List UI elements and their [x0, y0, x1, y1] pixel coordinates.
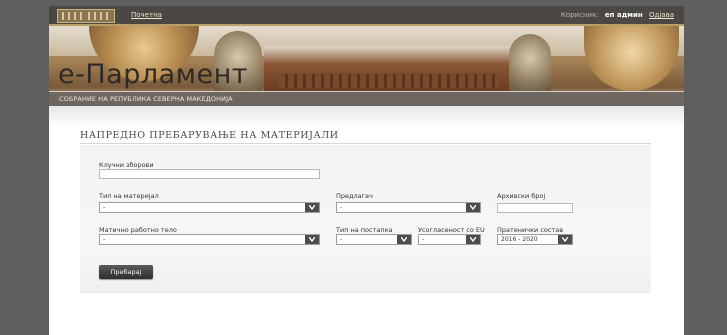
material-type-select[interactable]: - [99, 202, 320, 213]
chevron-down-icon[interactable] [466, 235, 480, 244]
search-form-panel [80, 145, 651, 293]
keywords-input[interactable] [99, 169, 320, 179]
top-bar: Почетна Корисник: еп админ Одјава [49, 6, 684, 26]
user-area: Корисник: еп админ Одјава [561, 11, 674, 19]
chevron-down-icon[interactable] [466, 203, 480, 212]
keywords-label: Клучни зборови [99, 161, 154, 169]
page-title: НАПРЕДНО ПРЕБАРУВАЊЕ НА МАТЕРИЈАЛИ [80, 130, 339, 141]
eu-compliance-label: Усогласеност со EU [418, 226, 485, 234]
procedure-type-value: - [340, 236, 343, 243]
archive-number-label: Архивски број [497, 192, 546, 200]
composition-value: 2016 - 2020 [501, 236, 538, 243]
user-label: Корисник: [560, 11, 599, 19]
chevron-down-icon[interactable] [397, 235, 411, 244]
banner-mural-center-right [509, 34, 551, 94]
chevron-down-icon[interactable] [305, 235, 319, 244]
proposer-select[interactable]: - [336, 202, 481, 213]
working-body-value: - [103, 236, 106, 243]
chevron-down-icon[interactable] [305, 203, 319, 212]
material-type-label: Тип на материјал [99, 192, 159, 200]
home-link[interactable]: Почетна [131, 11, 162, 19]
logout-link[interactable]: Одјава [649, 11, 674, 19]
content-gradient [49, 106, 684, 128]
composition-label: Пратенички состав [497, 226, 564, 234]
chevron-down-icon[interactable] [558, 235, 572, 244]
archive-number-input[interactable] [497, 203, 573, 213]
search-button[interactable]: Пребарај [99, 265, 153, 279]
title-divider [80, 143, 651, 144]
subtitle-bar: СОБРАНИЕ НА РЕПУБЛИКА СЕВЕРНА МАКЕДОНИЈА [49, 92, 684, 106]
working-body-select[interactable]: - [99, 234, 320, 245]
app-title: е-Парламент [58, 59, 249, 90]
procedure-type-label: Тип на постапка [336, 226, 393, 234]
banner-mural-right [584, 26, 679, 91]
eu-compliance-select[interactable]: - [418, 234, 481, 245]
parliament-logo-icon[interactable] [57, 9, 115, 23]
working-body-label: Матично работно тело [99, 226, 177, 234]
composition-select[interactable]: 2016 - 2020 [497, 234, 573, 245]
parliament-name: СОБРАНИЕ НА РЕПУБЛИКА СЕВЕРНА МАКЕДОНИЈА [59, 95, 233, 103]
banner-seats [279, 74, 499, 88]
material-type-value: - [103, 204, 106, 211]
eu-compliance-value: - [422, 236, 425, 243]
proposer-value: - [340, 204, 343, 211]
procedure-type-select[interactable]: - [336, 234, 412, 245]
user-name: еп админ [604, 11, 643, 19]
proposer-label: Предлагач [336, 192, 373, 200]
